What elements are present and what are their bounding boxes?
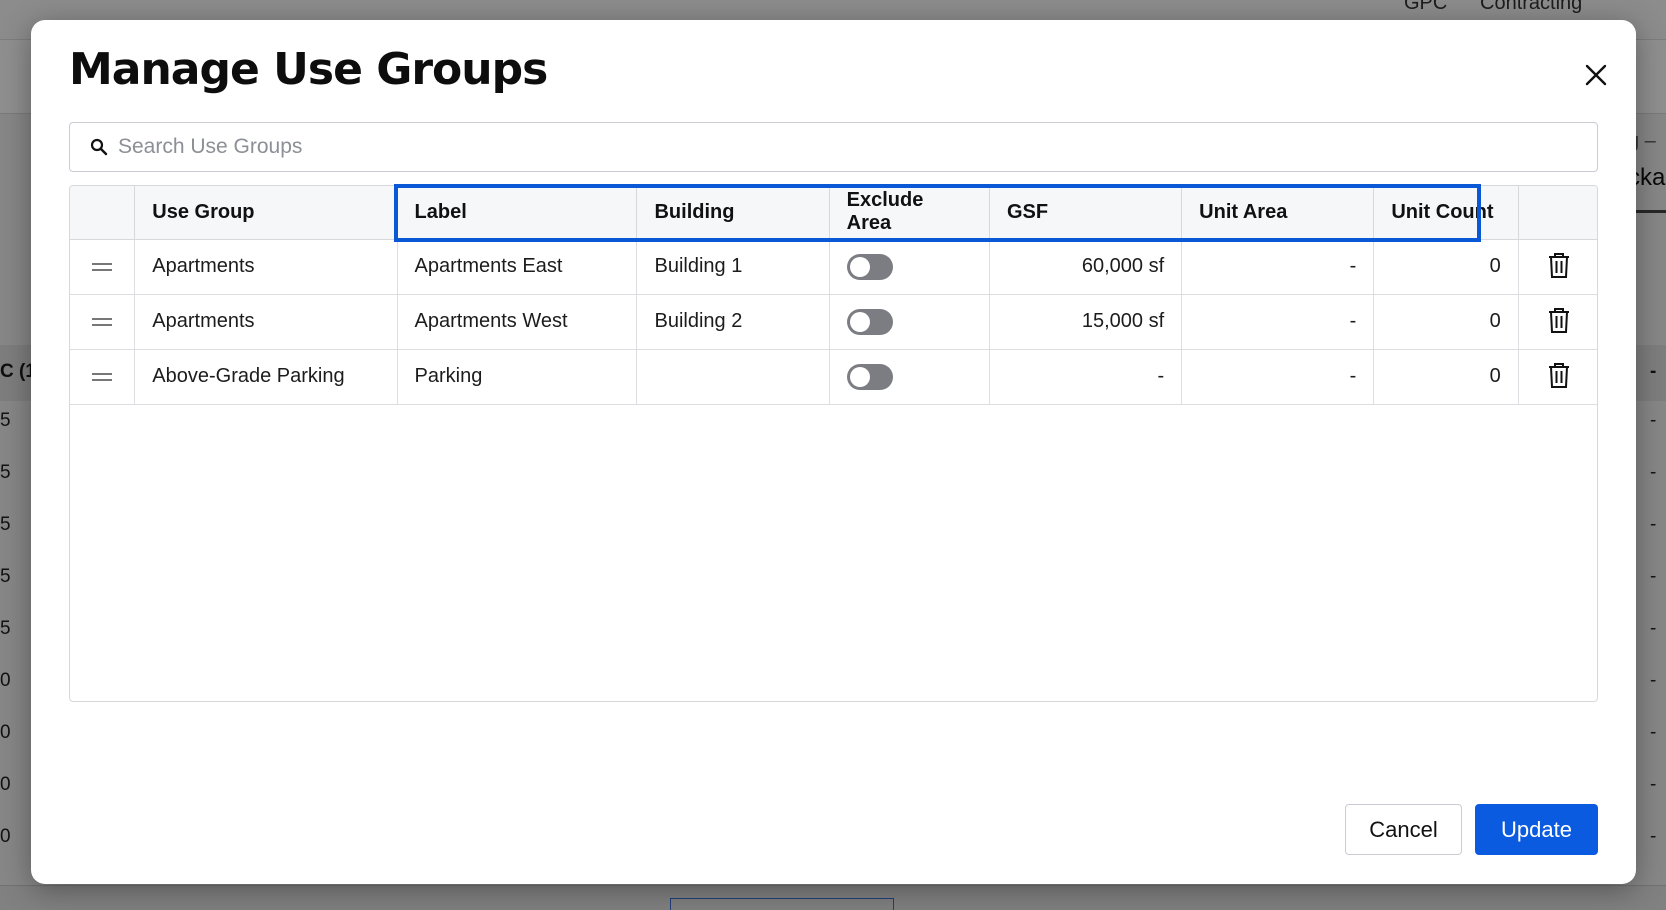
building-cell[interactable] (636, 349, 830, 405)
search-icon (90, 137, 110, 157)
close-button[interactable] (1571, 50, 1621, 100)
exclude-area-toggle[interactable] (846, 253, 893, 280)
actions-cell (1518, 294, 1597, 350)
label-cell[interactable]: Parking (397, 349, 638, 405)
search-field[interactable] (69, 122, 1598, 172)
cancel-button[interactable]: Cancel (1345, 804, 1462, 855)
actions-cell (1518, 349, 1597, 405)
column-header-building[interactable]: Building (636, 186, 830, 240)
trash-icon (1548, 307, 1569, 333)
actions-cell (1518, 239, 1597, 295)
toggle-knob (849, 311, 870, 332)
table-row: Apartments Apartments East Building 1 60… (70, 239, 1597, 295)
manage-use-groups-dialog: Manage Use Groups Use Group (31, 20, 1636, 884)
exclude-area-cell (829, 239, 990, 295)
gsf-cell[interactable]: 15,000 sf (989, 294, 1183, 350)
drag-cell (70, 239, 136, 295)
trash-icon (1548, 362, 1569, 388)
column-header-drag (70, 186, 136, 240)
unit-area-cell[interactable]: - (1181, 294, 1375, 350)
use-group-cell[interactable]: Apartments (134, 239, 398, 295)
table-row: Above-Grade Parking Parking - - 0 (70, 349, 1597, 405)
gsf-cell[interactable]: - (989, 349, 1183, 405)
exclude-area-cell (829, 294, 990, 350)
unit-count-cell[interactable]: 0 (1373, 294, 1519, 350)
use-groups-table: Use Group Label Building Exclude Area GS… (69, 185, 1598, 702)
exclude-area-cell (829, 349, 990, 405)
building-cell[interactable]: Building 2 (636, 294, 830, 350)
exclude-area-toggle[interactable] (846, 363, 893, 390)
gsf-cell[interactable]: 60,000 sf (989, 239, 1183, 295)
unit-area-cell[interactable]: - (1181, 349, 1375, 405)
delete-row-button[interactable] (1545, 305, 1573, 335)
drag-handle-icon[interactable] (92, 262, 113, 272)
drag-cell (70, 349, 136, 405)
building-cell[interactable]: Building 1 (636, 239, 830, 295)
delete-row-button[interactable] (1545, 250, 1573, 280)
search-input[interactable] (118, 135, 1578, 159)
dialog-title: Manage Use Groups (69, 44, 548, 95)
column-header-unit-count[interactable]: Unit Count (1373, 186, 1519, 240)
drag-handle-icon[interactable] (92, 372, 113, 382)
column-header-unit-area[interactable]: Unit Area (1181, 186, 1375, 240)
update-button[interactable]: Update (1475, 804, 1598, 855)
unit-count-cell[interactable]: 0 (1373, 239, 1519, 295)
use-group-cell[interactable]: Above-Grade Parking (134, 349, 398, 405)
use-group-cell[interactable]: Apartments (134, 294, 398, 350)
table-header-row: Use Group Label Building Exclude Area GS… (70, 186, 1597, 240)
drag-cell (70, 294, 136, 350)
column-header-label[interactable]: Label (397, 186, 638, 240)
column-header-exclude-area[interactable]: Exclude Area (829, 186, 990, 240)
toggle-knob (849, 366, 870, 387)
trash-icon (1548, 252, 1569, 278)
column-header-actions (1518, 186, 1597, 240)
unit-area-cell[interactable]: - (1181, 239, 1375, 295)
label-cell[interactable]: Apartments West (397, 294, 638, 350)
exclude-area-toggle[interactable] (846, 308, 893, 335)
toggle-knob (849, 256, 870, 277)
column-header-gsf[interactable]: GSF (989, 186, 1183, 240)
table-row: Apartments Apartments West Building 2 15… (70, 294, 1597, 350)
label-cell[interactable]: Apartments East (397, 239, 638, 295)
drag-handle-icon[interactable] (92, 317, 113, 327)
close-icon (1585, 64, 1607, 86)
unit-count-cell[interactable]: 0 (1373, 349, 1519, 405)
delete-row-button[interactable] (1545, 360, 1573, 390)
column-header-use-group[interactable]: Use Group (134, 186, 398, 240)
